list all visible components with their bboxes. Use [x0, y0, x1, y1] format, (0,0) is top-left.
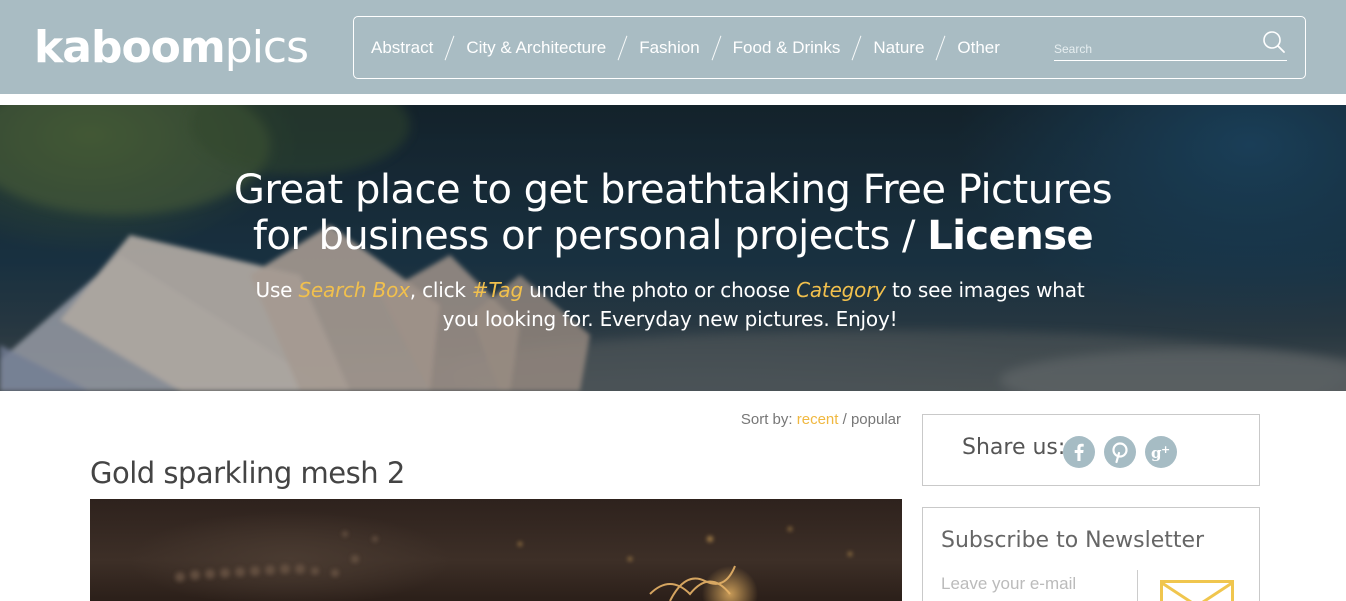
post-title[interactable]: Gold sparkling mesh 2 [90, 456, 405, 490]
hero-title: Great place to get breathtaking Free Pic… [0, 167, 1346, 259]
sort-popular-link[interactable]: popular [851, 411, 901, 428]
share-box: Share us: g + [922, 414, 1260, 486]
site-header: kaboompics Abstract City & Architecture … [0, 0, 1346, 94]
search-icon[interactable] [1261, 29, 1287, 55]
nav-separator [935, 35, 946, 60]
pinterest-icon[interactable] [1104, 436, 1136, 468]
hero-sub-text: Use [255, 278, 299, 302]
nav-item-nature[interactable]: Nature [873, 38, 924, 58]
search-box-link[interactable]: Search Box [298, 278, 410, 302]
newsletter-title: Subscribe to Newsletter [941, 528, 1205, 553]
tag-link[interactable]: #Tag [472, 278, 523, 302]
hero-title-line-2-text: for business or personal projects / [252, 213, 928, 259]
nav-separator [444, 35, 455, 60]
logo-bold-text: kaboom [34, 22, 226, 73]
logo-light-text: pics [224, 22, 309, 73]
sort-separator: / [838, 411, 851, 428]
newsletter-description: Leave your e-mail [941, 574, 1077, 593]
facebook-icon[interactable] [1063, 436, 1095, 468]
hero-title-line-2: for business or personal projects / Lice… [0, 213, 1346, 259]
newsletter-box: Subscribe to Newsletter Leave your e-mai… [922, 507, 1260, 601]
category-nav: Abstract City & Architecture Fashion Foo… [371, 17, 1000, 78]
search-input[interactable] [1054, 39, 1259, 59]
google-plus-icon[interactable]: g + [1145, 436, 1177, 468]
hero-title-line-1: Great place to get breathtaking Free Pic… [233, 167, 1113, 213]
svg-text:+: + [1161, 443, 1170, 456]
newsletter-divider [1137, 570, 1138, 601]
category-link[interactable]: Category [796, 278, 886, 302]
search-box [1054, 31, 1287, 61]
sort-recent-link[interactable]: recent [797, 411, 839, 428]
gold-mesh-photo [175, 527, 852, 601]
nav-box: Abstract City & Architecture Fashion Foo… [353, 16, 1306, 79]
nav-item-city-architecture[interactable]: City & Architecture [466, 38, 606, 58]
sort-by: Sort by: recent / popular [680, 411, 901, 428]
nav-separator [851, 35, 862, 60]
envelope-icon[interactable] [1160, 580, 1234, 601]
nav-item-other[interactable]: Other [957, 38, 1000, 58]
nav-item-food-drinks[interactable]: Food & Drinks [733, 38, 841, 58]
sort-label: Sort by: [740, 411, 797, 428]
header-divider [0, 94, 1346, 105]
hero-subtitle: Use Search Box, click #Tag under the pho… [250, 276, 1090, 334]
hero-banner: Great place to get breathtaking Free Pic… [0, 105, 1346, 391]
nav-item-fashion[interactable]: Fashion [639, 38, 699, 58]
hero-sub-text: , click [409, 278, 472, 302]
post-image[interactable] [90, 499, 902, 601]
site-logo[interactable]: kaboompics [34, 20, 309, 76]
hero-sub-text: under the photo or choose [522, 278, 797, 302]
license-link[interactable]: License [927, 213, 1093, 259]
nav-item-abstract[interactable]: Abstract [371, 38, 433, 58]
share-label: Share us: [962, 435, 1066, 460]
nav-separator [711, 35, 722, 60]
nav-separator [617, 35, 628, 60]
